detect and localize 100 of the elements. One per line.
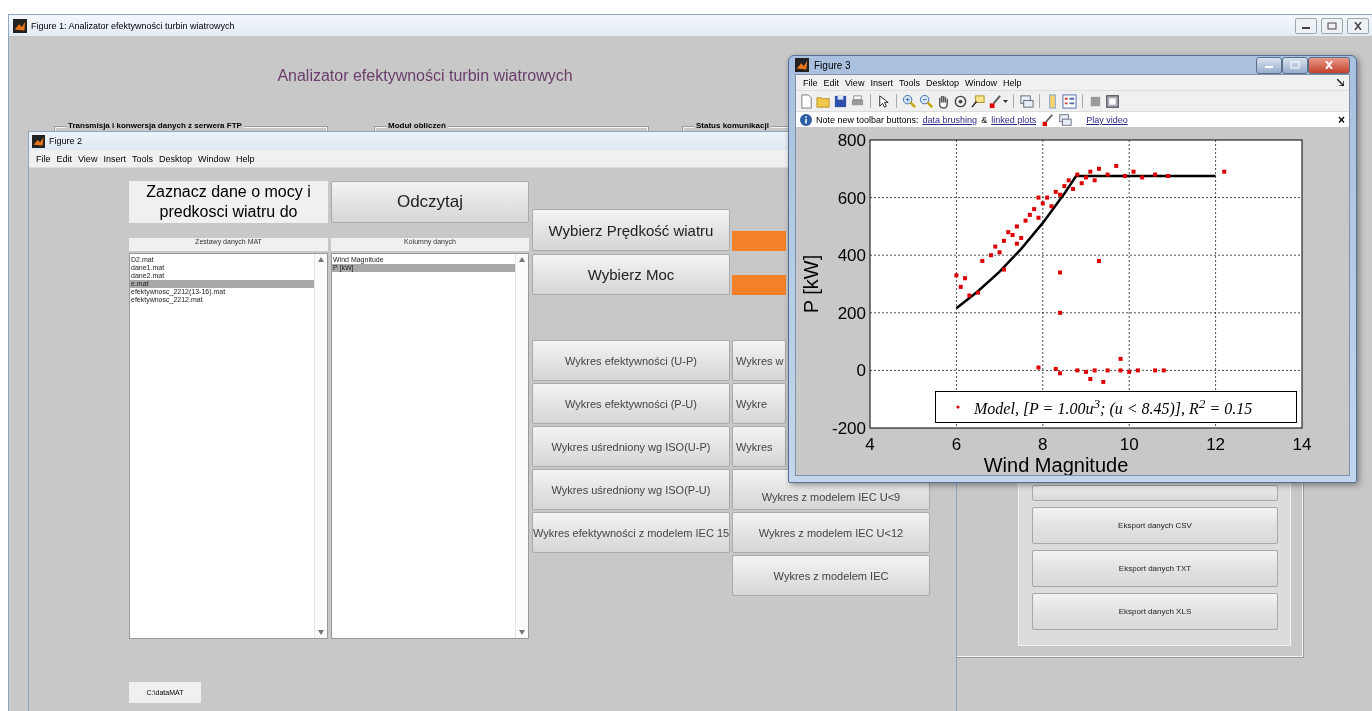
scroll-down-icon[interactable] — [318, 630, 324, 635]
menu-item[interactable]: Tools — [128, 153, 156, 164]
scroll-up-icon[interactable] — [318, 257, 324, 262]
menu-item[interactable]: Desktop — [922, 77, 962, 88]
caret-icon[interactable] — [1003, 99, 1008, 103]
blank-button[interactable] — [1032, 485, 1278, 501]
close-button[interactable] — [1308, 56, 1350, 74]
plot-button[interactable]: Wykres efektywności (U-P) — [532, 340, 730, 381]
matlab-logo-icon — [32, 134, 45, 148]
linked-plots-icon[interactable] — [1019, 93, 1034, 109]
data-point — [1092, 368, 1097, 373]
menu-item[interactable]: Edit — [53, 153, 76, 164]
close-button[interactable] — [1347, 17, 1369, 34]
y-tick-label: 600 — [837, 188, 866, 208]
plot-button[interactable]: Wykres efektywności z modelem IEC 15 — [532, 512, 730, 553]
data-point — [1114, 163, 1119, 168]
dock-arrow-icon[interactable] — [1337, 79, 1344, 86]
plot-button[interactable]: Wykres — [732, 426, 786, 467]
scrollbar[interactable] — [314, 254, 327, 638]
zoom-out-icon[interactable] — [919, 93, 934, 109]
plot-button[interactable]: Wykres uśredniony wg ISO(P-U) — [532, 469, 730, 510]
plot-button[interactable]: Wykres efektywności (P-U) — [532, 383, 730, 424]
show-tools-icon[interactable] — [1105, 93, 1120, 109]
data-point — [1166, 174, 1171, 178]
x-tick-label: 14 — [1292, 435, 1312, 454]
y-tick-label: 200 — [837, 303, 866, 323]
play-video-link[interactable]: Play video — [1086, 114, 1128, 125]
data-point — [1036, 365, 1041, 370]
data-point — [1140, 175, 1145, 180]
data-point — [958, 284, 963, 289]
data-brushing-link[interactable]: data brushing — [922, 114, 978, 125]
data-point — [1014, 224, 1019, 229]
y-tick-label: -200 — [831, 419, 866, 438]
legend-icon[interactable] — [1062, 93, 1077, 109]
menu-item[interactable]: File — [800, 77, 821, 88]
plot-button[interactable]: Wykres w — [732, 340, 786, 381]
plot-button[interactable]: Wykres uśredniony wg ISO(U-P) — [532, 426, 730, 467]
export-button[interactable]: Eksport danych CSV — [1032, 507, 1278, 544]
data-point — [963, 276, 968, 281]
save-icon[interactable] — [833, 93, 848, 109]
plot-button[interactable]: Wykres z modelem IEC U<12 — [732, 512, 930, 553]
window-title: Figure 3 — [814, 59, 851, 71]
minimize-button[interactable] — [1295, 17, 1317, 34]
menu-item[interactable]: Help — [232, 153, 258, 164]
export-button[interactable]: Eksport danych XLS — [1032, 593, 1278, 630]
data-point — [1088, 377, 1093, 382]
data-point — [1222, 169, 1227, 174]
plot-button[interactable]: Wykre — [732, 383, 786, 424]
minimize-button[interactable] — [1256, 56, 1282, 74]
data-point — [1096, 166, 1101, 171]
menu-item[interactable]: File — [33, 153, 54, 164]
y-axis-label: P [kW] — [800, 254, 822, 314]
menu-item[interactable]: View — [842, 77, 868, 88]
pointer-icon[interactable] — [876, 93, 891, 109]
select-button[interactable]: Wybierz Prędkość wiatru — [532, 209, 730, 251]
maximize-icon — [1290, 61, 1300, 69]
menu-item[interactable]: Tools — [895, 77, 923, 88]
export-button[interactable]: Eksport danych TXT — [1032, 550, 1278, 587]
matlab-logo-icon — [795, 58, 809, 72]
maximize-icon — [1327, 21, 1337, 30]
menu-item[interactable]: Window — [961, 77, 1000, 88]
status-field — [732, 231, 786, 251]
scrollbar[interactable] — [515, 254, 528, 638]
new-file-icon[interactable] — [799, 93, 814, 109]
ampersand-text: & — [981, 114, 988, 125]
data-point — [976, 290, 980, 295]
menu-item[interactable]: Window — [194, 153, 233, 164]
menu-item[interactable]: View — [75, 153, 101, 164]
data-point — [1058, 270, 1063, 275]
data-point — [1153, 172, 1158, 177]
pan-hand-icon[interactable] — [936, 93, 951, 109]
zoom-in-icon[interactable] — [902, 93, 917, 109]
plot-button[interactable]: Wykres z modelem IEC — [732, 555, 930, 596]
data-point — [1096, 258, 1101, 263]
linked-plots-link[interactable]: linked plots — [991, 114, 1037, 125]
close-icon — [1324, 61, 1334, 69]
menu-item[interactable]: Help — [999, 77, 1025, 88]
menu-item[interactable]: Edit — [820, 77, 843, 88]
data-point — [967, 293, 972, 298]
maximize-button[interactable] — [1282, 56, 1308, 74]
read-button[interactable]: Odczytaj — [331, 181, 529, 223]
linked-plots-icon — [1058, 112, 1073, 127]
notice-text: Note new toolbar buttons: — [816, 114, 919, 125]
scroll-up-icon[interactable] — [519, 257, 525, 262]
scroll-down-icon[interactable] — [519, 630, 525, 635]
close-button[interactable]: × — [1338, 112, 1345, 127]
rotate-icon[interactable] — [953, 93, 968, 109]
data-point — [988, 253, 993, 258]
brush-icon — [1040, 112, 1055, 127]
data-point — [1075, 368, 1080, 373]
data-cursor-icon[interactable] — [970, 93, 985, 109]
menu-item[interactable]: Desktop — [155, 153, 195, 164]
data-point — [1084, 369, 1088, 374]
brush-icon[interactable] — [987, 93, 1002, 109]
x-tick-label: 10 — [1119, 435, 1139, 454]
menu-item[interactable]: Insert — [867, 77, 896, 88]
menu-item[interactable]: Insert — [100, 153, 129, 164]
close-icon — [1353, 21, 1363, 30]
select-button[interactable]: Wybierz Moc — [532, 254, 730, 295]
y-tick-label: 0 — [856, 361, 866, 381]
